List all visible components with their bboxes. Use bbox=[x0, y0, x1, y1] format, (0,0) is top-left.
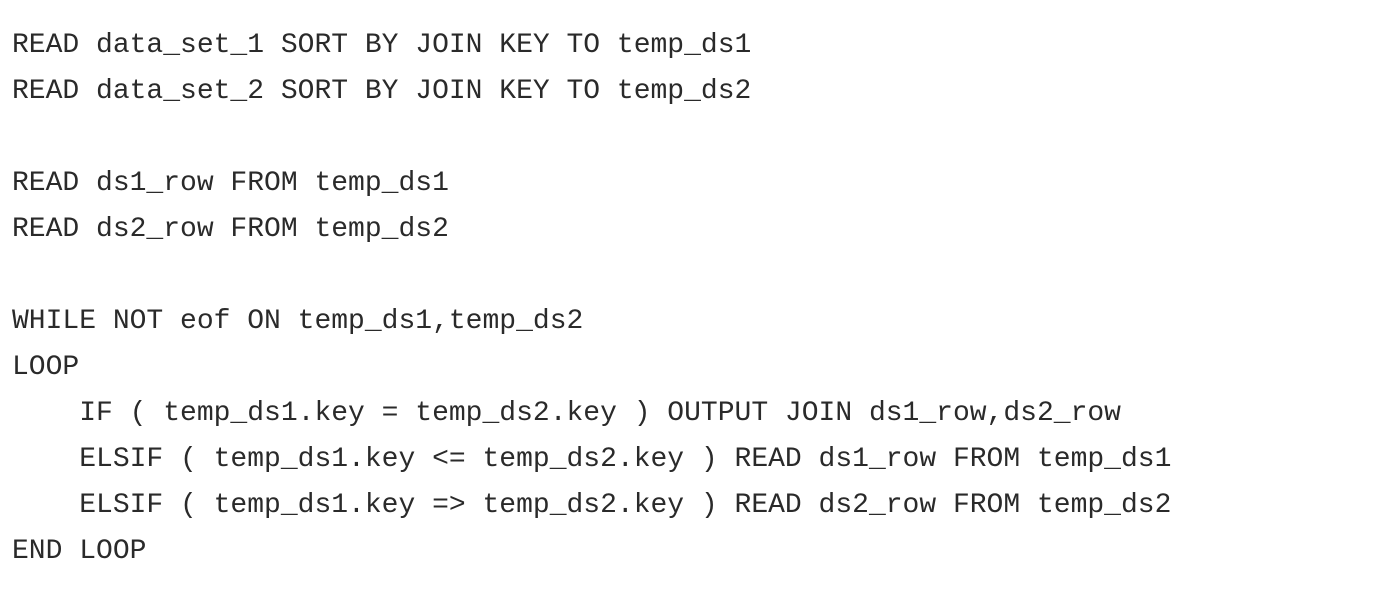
code-line-read-data-set-2: READ data_set_2 SORT BY JOIN KEY TO temp… bbox=[12, 76, 752, 107]
code-line-end-loop: END LOOP bbox=[12, 536, 147, 567]
code-line-while: WHILE NOT eof ON temp_ds1,temp_ds2 bbox=[12, 306, 584, 337]
code-line-read-ds2-row: READ ds2_row FROM temp_ds2 bbox=[12, 214, 449, 245]
code-line-read-data-set-1: READ data_set_1 SORT BY JOIN KEY TO temp… bbox=[12, 30, 752, 61]
code-line-loop: LOOP bbox=[12, 352, 80, 383]
code-line-read-ds1-row: READ ds1_row FROM temp_ds1 bbox=[12, 168, 449, 199]
code-line-elsif-greater: ELSIF ( temp_ds1.key => temp_ds2.key ) R… bbox=[12, 490, 1172, 521]
code-line-elsif-less: ELSIF ( temp_ds1.key <= temp_ds2.key ) R… bbox=[12, 444, 1172, 475]
pseudocode-block: READ data_set_1 SORT BY JOIN KEY TO temp… bbox=[12, 23, 1171, 575]
code-line-if-equal: IF ( temp_ds1.key = temp_ds2.key ) OUTPU… bbox=[12, 398, 1121, 429]
